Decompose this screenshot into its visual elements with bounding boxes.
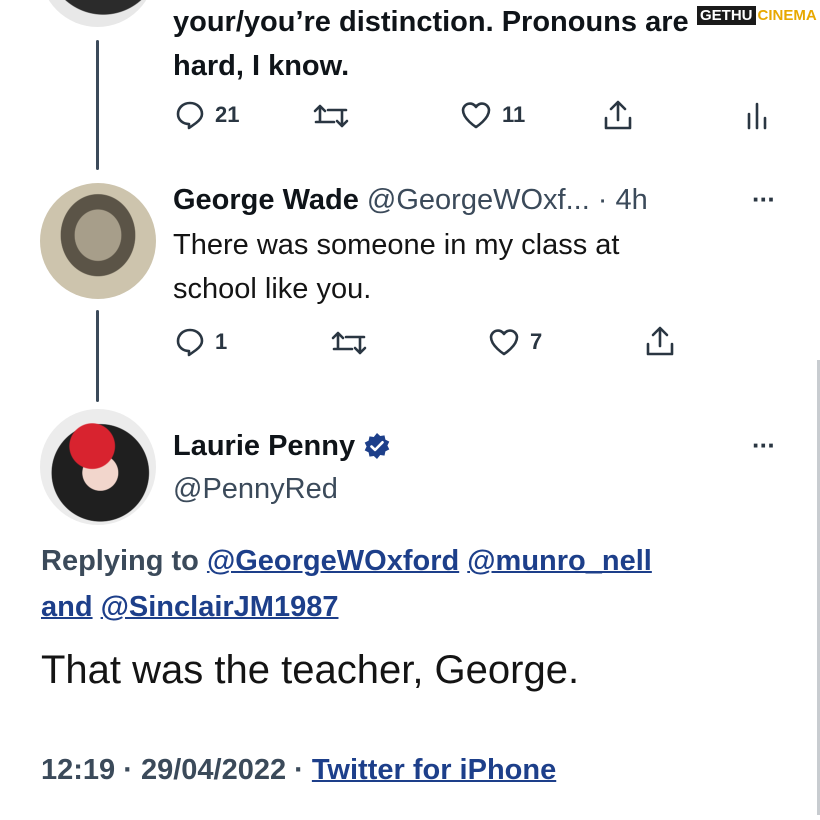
retweet-icon	[331, 331, 367, 355]
tweet2-reply-button[interactable]: 1	[175, 327, 227, 357]
tweet1-like-button[interactable]: 11	[460, 100, 525, 130]
main-tweet-handle[interactable]: @PennyRed	[173, 469, 338, 509]
main-tweet-meta: 12:19 · 29/04/2022 · Twitter for iPhone	[41, 750, 556, 790]
main-tweet-text: That was the teacher, George.	[41, 648, 580, 692]
tweet1-text-line1: your/you’re distinction. Pronouns are	[173, 6, 689, 38]
avatar-laurie-penny[interactable]	[40, 409, 156, 525]
reply-mention-and[interactable]: and	[41, 591, 93, 623]
tweet2-like-count: 7	[530, 329, 543, 354]
tweet1-text: your/you’re distinction. Pronouns are ha…	[173, 0, 689, 88]
tweet2-more-button[interactable]: ···	[752, 184, 776, 215]
tweet2-author-name[interactable]: George Wade	[173, 184, 359, 216]
heart-icon	[489, 329, 519, 356]
tweet2-like-button[interactable]: 7	[488, 327, 542, 357]
tweet2-header: George Wade @GeorgeWOxf... · 4h	[173, 180, 648, 220]
reply-icon	[176, 328, 204, 357]
tweet2-reply-count: 1	[215, 329, 228, 354]
reply-mention-munro-nell[interactable]: @munro_nell	[467, 545, 652, 577]
reply-mention-sinclairjm1987[interactable]: @SinclairJM1987	[101, 591, 339, 623]
tweet1-reply-button[interactable]: 21	[175, 100, 239, 130]
replying-to-line1: Replying to @GeorgeWOxford @munro_nell	[41, 538, 801, 584]
share-icon	[604, 100, 632, 130]
tweet2-text: There was someone in my class at school …	[173, 223, 619, 311]
thread-line-top	[96, 40, 99, 170]
tweet2-text-line1: There was someone in my class at	[173, 229, 620, 261]
main-tweet-time-date: 12:19 · 29/04/2022 ·	[41, 754, 304, 786]
avatar-laurie-cropped[interactable]	[40, 0, 155, 27]
main-tweet-author-row: Laurie Penny	[173, 426, 391, 466]
tweet1-analytics-button[interactable]	[745, 100, 769, 130]
reply-icon	[176, 101, 204, 130]
main-tweet-more-button[interactable]: ···	[752, 430, 776, 461]
watermark-logo: GETHU CINEMA	[697, 6, 817, 25]
tweet2-handle-time[interactable]: @GeorgeWOxf... · 4h	[367, 184, 648, 216]
tweet1-retweet-button[interactable]	[312, 102, 350, 130]
replying-to: Replying to @GeorgeWOxford @munro_nell a…	[41, 538, 801, 630]
watermark-text: GETHU	[697, 6, 756, 25]
main-tweet-author-name[interactable]: Laurie Penny	[173, 426, 355, 466]
retweet-icon	[313, 104, 349, 128]
heart-icon	[461, 102, 491, 129]
tweet1-reply-count: 21	[215, 102, 240, 127]
watermark-text2: CINEMA	[757, 7, 817, 24]
tweet1-like-count: 11	[502, 102, 526, 127]
tweet2-text-line2: school like you.	[173, 273, 372, 305]
thread-line-middle	[96, 310, 99, 402]
reply-mention-georgewoxford[interactable]: @GeorgeWOxford	[207, 545, 459, 577]
avatar-george-wade[interactable]	[40, 183, 156, 299]
tweet1-share-button[interactable]	[602, 98, 634, 132]
replying-to-line2: and @SinclairJM1987	[41, 584, 801, 630]
tweet1-text-line2: hard, I know.	[173, 50, 350, 82]
tweet2-share-button[interactable]	[644, 324, 676, 358]
replying-to-label: Replying to	[41, 545, 199, 577]
share-icon	[646, 326, 674, 356]
analytics-icon	[747, 102, 767, 130]
main-tweet-source-link[interactable]: Twitter for iPhone	[312, 754, 556, 786]
tweet2-retweet-button[interactable]	[330, 329, 368, 357]
verified-badge-icon	[364, 433, 390, 459]
